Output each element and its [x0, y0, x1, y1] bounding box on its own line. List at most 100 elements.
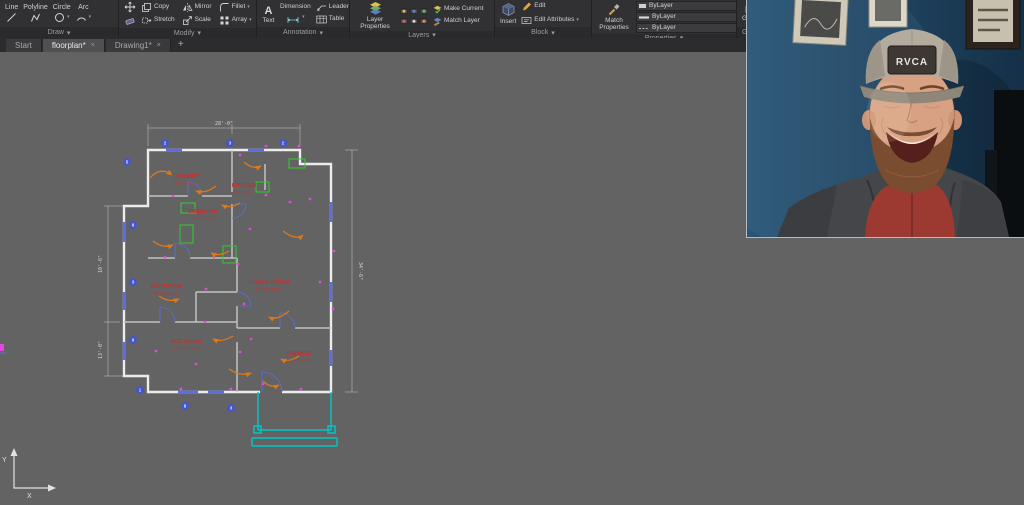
layer-freeze-icon[interactable] [410, 7, 418, 15]
ribbon-panel-draw: Line Polyline Circle ▾ Arc ▾ Draw▾ [0, 0, 119, 38]
text-tool[interactable]: A Text [262, 3, 275, 24]
svg-text:X: X [27, 493, 32, 500]
move-tool-icon[interactable] [124, 1, 136, 13]
leader-tool[interactable]: Leader [316, 3, 349, 12]
svg-text:6'-0" X 8'-0": 6'-0" X 8'-0" [176, 181, 197, 186]
close-icon[interactable]: × [157, 42, 161, 49]
panel-label-block[interactable]: Block▾ [495, 27, 591, 38]
dropdown-icon: ▾ [249, 18, 252, 23]
edit-block-tool[interactable]: Edit [521, 1, 579, 12]
table-tool[interactable]: Table [316, 15, 349, 24]
match-layer-icon [433, 17, 442, 26]
array-tool[interactable]: Array▾ [219, 15, 252, 26]
panel-label-layers[interactable]: Layers▾ [350, 31, 494, 38]
svg-text:BED ROOM: BED ROOM [171, 339, 202, 345]
polyline-tool[interactable]: Polyline [23, 4, 48, 23]
origin-marker [0, 344, 6, 353]
svg-text:BED ROOM: BED ROOM [151, 284, 182, 290]
panel-label-annotation[interactable]: Annotation▾ [257, 27, 349, 38]
svg-text:10'-0" X 11'-0": 10'-0" X 11'-0" [191, 216, 217, 221]
svg-text:34'-6": 34'-6" [357, 262, 363, 280]
dropdown-icon: ▾ [198, 29, 202, 37]
linetype-icon [639, 26, 649, 31]
tab-drawing1[interactable]: Drawing1*× [106, 39, 171, 52]
svg-text:10'-6": 10'-6" [98, 255, 104, 273]
front-door-opening [260, 388, 282, 396]
edit-attributes-tool[interactable]: Edit Attributes▾ [521, 15, 579, 26]
polyline-icon [30, 12, 41, 23]
ucs-icon [11, 448, 57, 492]
dropdown-icon: ▾ [551, 29, 555, 37]
text-icon: A [262, 3, 275, 16]
tab-start[interactable]: Start [6, 39, 42, 52]
svg-text:DINING RM: DINING RM [188, 209, 218, 215]
dropdown-icon: ▾ [576, 18, 579, 23]
copy-tool[interactable]: Copy [141, 2, 175, 13]
ribbon-panel-properties: Match Properties ByLayer ▾ ByLayer ▾ ByL… [592, 0, 737, 38]
svg-text:A: A [265, 5, 273, 16]
match-layer-tool[interactable]: Match Layer [433, 17, 483, 26]
close-icon[interactable]: × [91, 42, 95, 49]
stretch-icon [141, 15, 152, 26]
make-current-icon [433, 5, 442, 14]
leader-icon [316, 3, 327, 12]
make-current-tool[interactable]: Make Current [433, 5, 483, 14]
layer-properties-tool[interactable]: Layer Properties [355, 1, 395, 30]
porch [252, 392, 337, 446]
table-icon [316, 15, 327, 24]
layer-lock-icon[interactable] [420, 7, 428, 15]
new-tab-button[interactable]: + [178, 40, 184, 50]
layer-unisolate-icon[interactable] [420, 17, 428, 25]
svg-text:9'-0" X 11'-0": 9'-0" X 11'-0" [233, 190, 256, 195]
svg-text:12'-0" X 13'-0": 12'-0" X 13'-0" [173, 346, 199, 351]
stretch-tool[interactable]: Stretch [141, 15, 175, 26]
svg-text:Y: Y [2, 457, 7, 464]
svg-text:KITCHEN: KITCHEN [232, 183, 256, 189]
lineweight-dropdown[interactable]: ByLayer ▾ [636, 12, 737, 22]
layer-off-icon[interactable] [410, 17, 418, 25]
dimension-tool[interactable]: Dimension ▾ [280, 4, 311, 23]
layer-isolate-icon[interactable] [400, 17, 408, 25]
ribbon-panel-block: Insert Edit Edit Attributes▾ Block▾ [495, 0, 592, 38]
panel-label-draw[interactable]: Draw▾ [0, 27, 118, 38]
match-properties-icon [608, 3, 621, 16]
svg-text:10'-0" X 12'-0": 10'-0" X 12'-0" [153, 291, 179, 296]
svg-text:14'-6" X 19'-0": 14'-6" X 19'-0" [256, 287, 283, 292]
ribbon-panel-annotation: A Text Dimension ▾ Leader Table Annotati… [257, 0, 350, 38]
fillet-icon [219, 2, 230, 13]
ucs-labels: Y X [2, 457, 32, 500]
mirror-tool[interactable]: Mirror [182, 2, 212, 13]
layer-on-icon[interactable] [400, 7, 408, 15]
line-icon [6, 12, 17, 23]
dropdown-icon: ▾ [247, 5, 250, 10]
dimension-icon [286, 12, 300, 23]
object-color-dropdown[interactable]: ByLayer ▾ [636, 1, 737, 11]
circle-tool[interactable]: Circle ▾ [53, 4, 71, 23]
webcam-overlay: RVCA [746, 0, 1024, 238]
line-tool[interactable]: Line [5, 4, 18, 23]
svg-text:11'-6" X 19'-0": 11'-6" X 19'-0" [287, 358, 313, 363]
dropdown-icon: ▾ [319, 29, 323, 37]
scale-tool[interactable]: Scale [182, 15, 212, 26]
room-labels: LAUNDRY 6'-0" X 8'-0" KITCHEN 9'-0" X 11… [151, 174, 312, 363]
panel-label-modify[interactable]: Modify▾ [119, 28, 256, 38]
ribbon-panel-modify: Copy Stretch Mirror Scale Fillet▾ Array▾… [119, 0, 257, 38]
fillet-tool[interactable]: Fillet▾ [219, 2, 252, 13]
wall-frame-1 [793, 0, 849, 45]
insert-tool[interactable]: Insert [500, 2, 516, 25]
svg-text:28'-0": 28'-0" [215, 121, 233, 127]
linetype-dropdown[interactable]: ByLayer ▾ [636, 23, 737, 33]
wall-frame-2 [869, 0, 907, 27]
circle-icon [54, 12, 65, 23]
tab-floorplan[interactable]: floorplan*× [43, 39, 105, 52]
dimension-text: 28'-0" 34'-6" 10'-6" 13'-0" [98, 121, 363, 359]
color-swatch [639, 4, 646, 8]
arc-tool[interactable]: Arc ▾ [76, 4, 92, 23]
webcam-scene: RVCA [747, 0, 1024, 237]
dropdown-icon: ▾ [302, 15, 305, 20]
cap-logo-text: RVCA [896, 57, 928, 68]
svg-text:GARAGE: GARAGE [287, 351, 311, 357]
match-properties-tool[interactable]: Match Properties [597, 3, 631, 31]
erase-tool-icon[interactable] [124, 15, 136, 27]
svg-text:13'-0": 13'-0" [98, 341, 104, 359]
